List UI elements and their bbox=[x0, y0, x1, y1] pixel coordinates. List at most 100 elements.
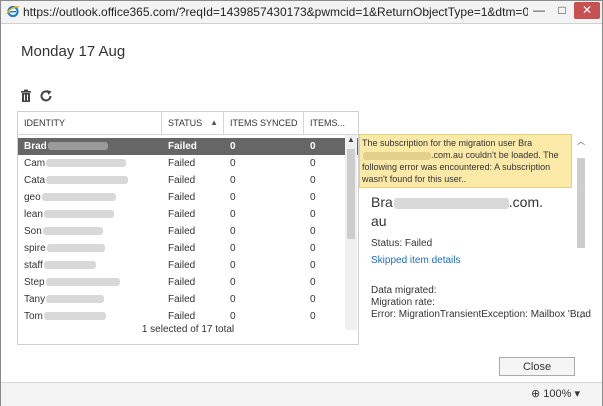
table-row[interactable]: Step Failed 0 0 bbox=[18, 274, 358, 291]
identity-text: staff bbox=[24, 260, 43, 271]
scroll-up-icon[interactable]: ︿ bbox=[576, 136, 586, 147]
scroll-up-icon[interactable]: ▲ bbox=[346, 135, 356, 144]
status-cell: Failed bbox=[168, 260, 196, 271]
table-header: IDENTITY STATUS ▲ ITEMS SYNCED ITEMS... bbox=[18, 112, 358, 135]
status-cell: Failed bbox=[168, 226, 196, 237]
table-row[interactable]: Cam Failed 0 0 bbox=[18, 155, 358, 172]
items-skipped-cell: 0 bbox=[310, 141, 316, 152]
maximize-button[interactable]: □ bbox=[551, 2, 573, 19]
close-button[interactable]: Close bbox=[499, 357, 575, 376]
items-skipped-cell: 0 bbox=[310, 158, 316, 169]
identity-cell: geo bbox=[24, 189, 162, 206]
redacted-text bbox=[42, 227, 103, 236]
details-scrollbar[interactable]: ︿ ﹀ bbox=[575, 134, 587, 339]
items-synced-cell: 0 bbox=[230, 209, 236, 220]
identity-text: Step bbox=[24, 277, 45, 288]
migration-users-list: IDENTITY STATUS ▲ ITEMS SYNCED ITEMS... … bbox=[17, 111, 359, 345]
selection-status: 1 selected of 17 total bbox=[141, 324, 235, 335]
items-synced-cell: 0 bbox=[230, 260, 236, 271]
items-synced-cell: 0 bbox=[230, 192, 236, 203]
trash-icon[interactable] bbox=[19, 89, 33, 103]
page-title: Monday 17 Aug bbox=[21, 43, 126, 60]
table-row[interactable]: Brad Failed 0 0 bbox=[18, 138, 358, 155]
redacted-text bbox=[393, 197, 509, 209]
redacted-text bbox=[46, 176, 129, 185]
redacted-text bbox=[46, 295, 105, 304]
items-skipped-cell: 0 bbox=[310, 260, 316, 271]
identity-text: Tany bbox=[24, 294, 46, 305]
column-header-items-synced[interactable]: ITEMS SYNCED bbox=[224, 112, 304, 134]
sort-ascending-icon: ▲ bbox=[210, 118, 218, 127]
user-email: Bra .com. au bbox=[371, 193, 543, 231]
items-skipped-cell: 0 bbox=[310, 294, 316, 305]
items-synced-cell: 0 bbox=[230, 294, 236, 305]
dialog-window: https://outlook.office365.com/?reqId=143… bbox=[0, 0, 603, 406]
identity-text: Cam bbox=[24, 158, 46, 169]
table-row[interactable]: Tom Failed 0 0 bbox=[18, 308, 358, 325]
status-cell: Failed bbox=[168, 277, 196, 288]
identity-text: Cata bbox=[24, 175, 46, 186]
skipped-item-details-link[interactable]: Skipped item details bbox=[371, 255, 461, 266]
details-pane: The subscription for the migration user … bbox=[359, 111, 591, 343]
identity-text: Tom bbox=[24, 311, 43, 322]
items-synced-cell: 0 bbox=[230, 243, 236, 254]
table-row[interactable]: Tany Failed 0 0 bbox=[18, 291, 358, 308]
identity-text: Son bbox=[24, 226, 42, 237]
column-header-items-skipped[interactable]: ITEMS... bbox=[304, 112, 345, 134]
close-window-button[interactable]: ✕ bbox=[574, 2, 600, 19]
table-row[interactable]: Son Failed 0 0 bbox=[18, 223, 358, 240]
status-cell: Failed bbox=[168, 141, 197, 152]
items-synced-cell: 0 bbox=[230, 175, 236, 186]
items-skipped-cell: 0 bbox=[310, 277, 316, 288]
refresh-icon[interactable] bbox=[39, 89, 53, 103]
items-synced-cell: 0 bbox=[230, 311, 236, 322]
list-scrollbar[interactable]: ▲ bbox=[345, 135, 357, 330]
identity-cell: Son bbox=[24, 223, 162, 240]
items-skipped-cell: 0 bbox=[310, 209, 316, 220]
items-skipped-cell: 0 bbox=[310, 243, 316, 254]
items-skipped-cell: 0 bbox=[310, 175, 316, 186]
status-text: Status: Failed bbox=[371, 238, 433, 249]
status-cell: Failed bbox=[168, 243, 196, 254]
scrollbar-thumb[interactable] bbox=[577, 158, 585, 248]
status-cell: Failed bbox=[168, 158, 196, 169]
table-row[interactable]: lean Failed 0 0 bbox=[18, 206, 358, 223]
user-email-prefix: Bra bbox=[371, 194, 393, 210]
url-text: https://outlook.office365.com/?reqId=143… bbox=[23, 5, 528, 19]
column-header-status-label: STATUS bbox=[168, 118, 203, 128]
scrollbar-thumb[interactable] bbox=[347, 149, 355, 239]
items-skipped-cell: 0 bbox=[310, 226, 316, 237]
table-row[interactable]: Cata Failed 0 0 bbox=[18, 172, 358, 189]
redacted-text bbox=[46, 244, 105, 253]
items-synced-cell: 0 bbox=[230, 226, 236, 237]
status-cell: Failed bbox=[168, 209, 196, 220]
table-row[interactable]: staff Failed 0 0 bbox=[18, 257, 358, 274]
redacted-text bbox=[43, 261, 96, 270]
redacted-text bbox=[47, 142, 108, 151]
table-row[interactable]: spire Failed 0 0 bbox=[18, 240, 358, 257]
identity-cell: Tom bbox=[24, 308, 162, 325]
status-cell: Failed bbox=[168, 311, 196, 322]
identity-cell: staff bbox=[24, 257, 162, 274]
redacted-text bbox=[41, 193, 116, 202]
redacted-text bbox=[43, 312, 106, 321]
title-bar: https://outlook.office365.com/?reqId=143… bbox=[1, 1, 602, 24]
redacted-text bbox=[46, 159, 127, 168]
minimize-button[interactable]: — bbox=[528, 2, 550, 19]
zoom-control[interactable]: ⊕ 100% ▾ bbox=[531, 387, 580, 400]
identity-text: Brad bbox=[24, 141, 47, 152]
column-header-identity[interactable]: IDENTITY bbox=[18, 112, 162, 134]
items-skipped-cell: 0 bbox=[310, 311, 316, 322]
chevron-down-icon: ▾ bbox=[574, 388, 581, 400]
column-header-status[interactable]: STATUS ▲ bbox=[162, 112, 224, 134]
data-migrated-label: Data migrated: bbox=[371, 285, 437, 296]
scroll-down-icon[interactable]: ﹀ bbox=[576, 314, 586, 325]
error-message-text-1: The subscription for the migration user … bbox=[362, 138, 533, 148]
status-bar: ⊕ 100% ▾ bbox=[1, 382, 602, 406]
identity-cell: lean bbox=[24, 206, 162, 223]
error-detail-text: Error: MigrationTransientException: Mail… bbox=[371, 309, 591, 320]
table-row[interactable]: geo Failed 0 0 bbox=[18, 189, 358, 206]
status-cell: Failed bbox=[168, 175, 196, 186]
migration-rate-label: Migration rate: bbox=[371, 297, 435, 308]
items-synced-cell: 0 bbox=[230, 158, 236, 169]
